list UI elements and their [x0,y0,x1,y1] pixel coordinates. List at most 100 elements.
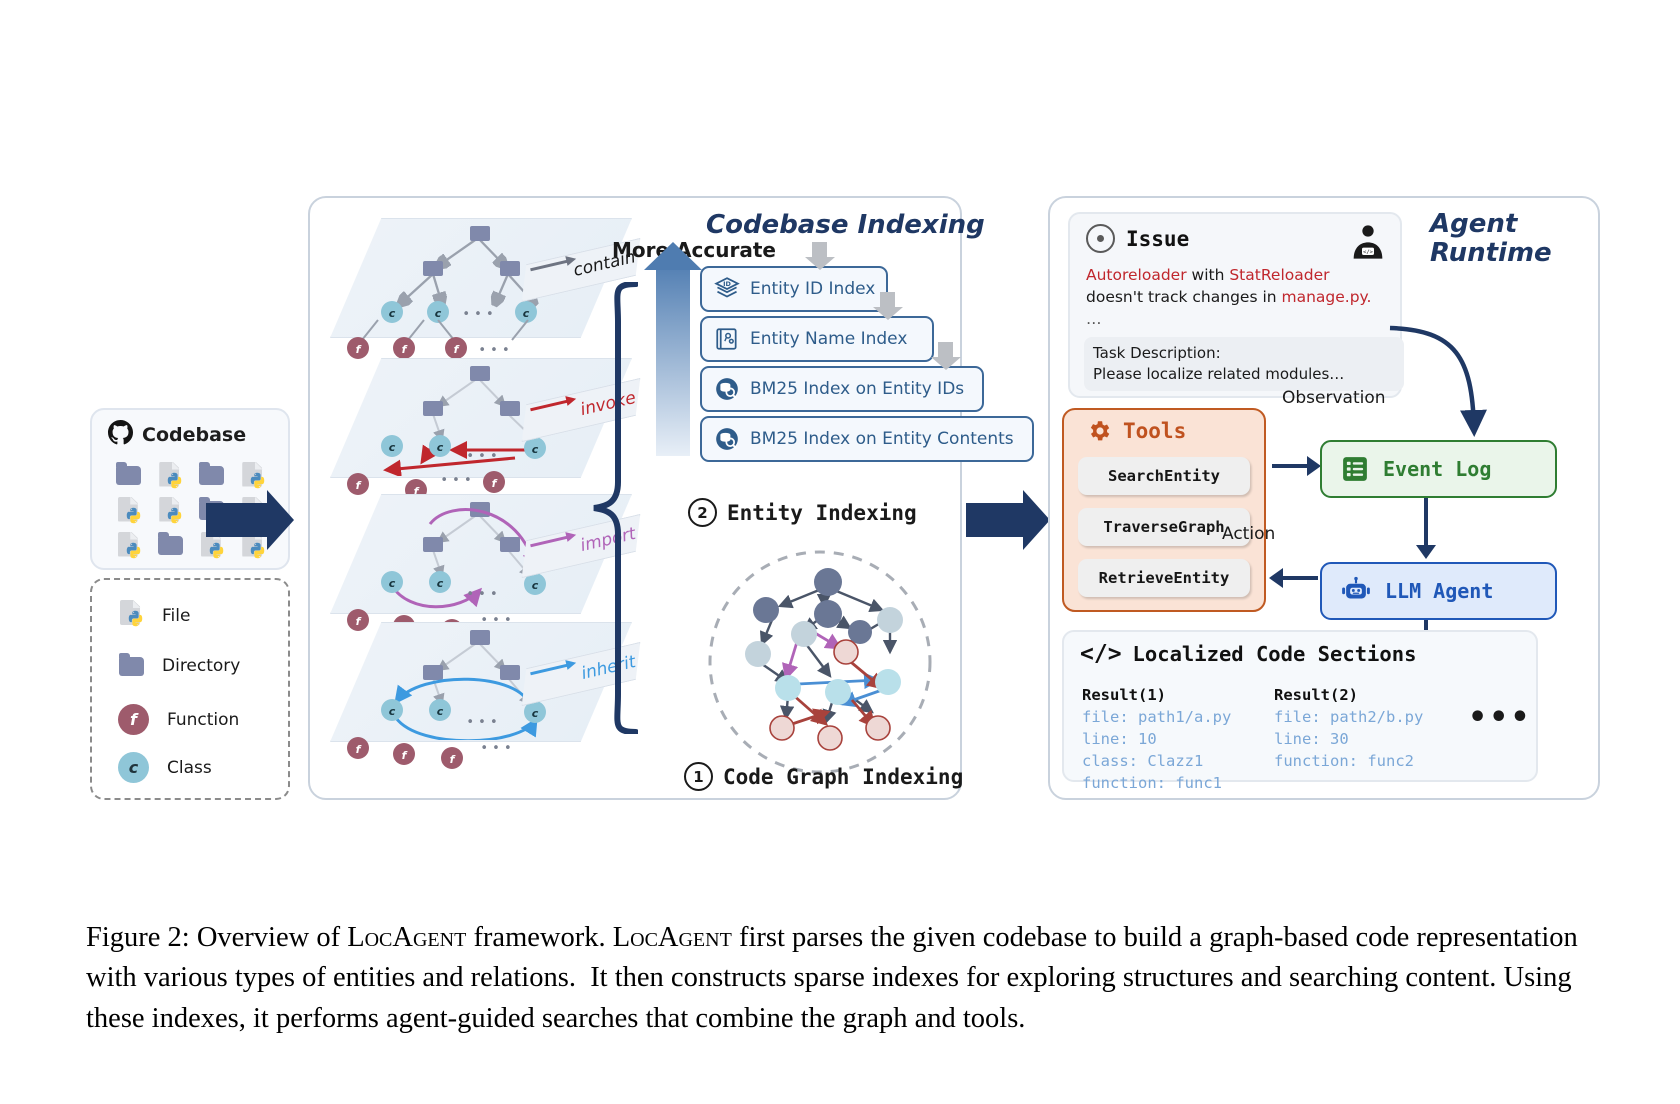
indexing-panel-title: Codebase Indexing [706,210,985,240]
issue-text-part5: manage.py [1281,288,1367,306]
codebase-header: Codebase [108,420,246,449]
localized-code-sections-box: </> Localized Code Sections Result(1) fi… [1062,630,1538,792]
codebase-title: Codebase [142,423,247,446]
folder-icon [157,532,183,555]
llm-agent-box[interactable]: LLM Agent [1320,562,1557,620]
class-node-icon: c [118,752,149,783]
task-title: Task Description: [1093,344,1221,362]
svg-text:• • •: • • • [480,741,511,756]
python-file-icon [157,496,183,525]
index-label-bm25-ids: BM25 Index on Entity IDs [750,379,965,399]
caption-text: Overview of LocAgent framework. LocAgent… [86,922,1578,1034]
function-node-icon: f [118,704,149,735]
legend-label-class: Class [167,757,212,778]
results-more-ellipsis: ••• [1468,700,1532,735]
list-icon [1343,457,1367,481]
runtime-title-line1: Agent [1430,209,1518,239]
gear-icon [1090,421,1110,441]
graph-layer-import: c c c • • • f f f • • • import [330,494,630,641]
svg-text:</>: </> [1363,249,1374,255]
event-log-label: Event Log [1383,457,1492,481]
issue-text: Autoreloader with StatReloader doesn't t… [1086,264,1386,330]
result-line: class: Clazz1 [1082,752,1204,770]
figure-caption: Figure 2: Overview of LocAgent framework… [86,918,1598,1039]
folder-icon [118,652,144,676]
llm-agent-label: LLM Agent [1385,579,1494,603]
github-icon [108,420,133,449]
svg-text:c: c [389,577,396,590]
svg-text:c: c [437,577,444,590]
arrow-eventlog-to-llm [1416,498,1436,559]
tool-button-retrieve-entity[interactable]: RetrieveEntity [1078,559,1250,597]
step-code-graph-indexing: 1 Code Graph Indexing [684,762,963,791]
python-file-icon [116,496,142,525]
python-file-icon [118,600,144,632]
step-entity-indexing: 2 Entity Indexing [688,498,917,527]
robot-icon [1342,576,1370,599]
issue-header: Issue [1086,224,1189,253]
result-line: line: 30 [1274,730,1349,748]
tool-button-search-entity[interactable]: SearchEntity [1078,457,1250,495]
legend-label-file: File [162,606,191,626]
issue-task-description: Task Description: Please localize relate… [1084,337,1404,391]
issue-ellipsis: … [1086,310,1103,328]
folder-icon [199,462,225,485]
code-tag-icon: </> [1080,641,1122,667]
name-book-icon [716,328,737,350]
index-label-entity-id: Entity ID Index [750,279,876,299]
arrow-indexing-to-runtime [966,490,1050,550]
grouping-brace [593,282,638,734]
event-log-box[interactable]: Event Log [1320,440,1557,498]
step-number-1: 1 [684,762,713,791]
index-label-bm25-contents: BM25 Index on Entity Contents [750,429,1014,449]
issue-card: Issue </> Autoreloader with StatReloader… [1068,212,1404,398]
result-line: file: path1/a.py [1082,708,1232,726]
result-column-1: Result(1) file: path1/a.py line: 10 clas… [1082,684,1231,794]
svg-text:c: c [389,441,396,454]
task-text: Please localize related modules… [1093,365,1345,383]
index-label-entity-name: Entity Name Index [750,329,908,349]
arrow-issue-to-eventlog [1389,325,1487,437]
flow-arrow-3 [930,342,961,370]
legend-label-function: Function [167,709,240,730]
legend-item-class: c Class [118,752,212,783]
flow-arrow-2 [872,292,903,320]
bm25-db-icon [716,378,738,400]
svg-text:c: c [437,441,444,454]
result-line: line: 10 [1082,730,1157,748]
step-label-entity-indexing: Entity Indexing [727,500,917,525]
localized-title: Localized Code Sections [1132,642,1417,666]
tools-panel: Tools SearchEntity TraverseGraph Retriev… [1062,408,1266,612]
tools-header: Tools [1086,418,1186,444]
arrow-action [1269,568,1318,588]
observation-label: Observation [1282,388,1386,408]
issue-text-part2: with [1186,266,1230,284]
index-box-bm25-contents[interactable]: BM25 Index on Entity Contents [700,416,1034,462]
caption-prefix: Figure 2: [86,922,190,953]
graph-layer-invoke: c c c • • • f f f • • • invoke [330,358,630,501]
svg-text:c: c [437,705,444,718]
result-line: function: func2 [1274,752,1414,770]
index-box-entity-id[interactable]: ID Entity ID Index [700,266,888,312]
result-header-1: Result(1) [1082,686,1166,704]
index-box-bm25-ids[interactable]: BM25 Index on Entity IDs [700,366,984,412]
legend-item-file: File [118,600,190,632]
issue-text-part1: Autoreloader [1086,266,1187,284]
tools-title: Tools [1123,419,1187,443]
folder-icon [116,462,142,485]
index-box-entity-name[interactable]: Entity Name Index [700,316,934,362]
result-column-2: Result(2) file: path2/b.py line: 30 func… [1274,684,1423,772]
issue-circle-icon [1086,224,1115,253]
issue-text-part6: . [1366,288,1372,306]
issue-title: Issue [1126,226,1190,251]
result-line: function: func1 [1082,774,1222,792]
developer-icon: </> [1353,225,1383,259]
svg-text:c: c [389,705,396,718]
graph-layer-inherit: c c c • • • f f f • • • inherit [330,622,630,769]
code-graph-visualization [708,550,932,774]
svg-text:• • •: • • • [478,343,509,358]
legend-panel: File Directory f Function c Class [90,578,290,800]
issue-text-part3: StatReloader [1229,266,1330,284]
more-accurate-arrow [644,242,702,456]
step-label-code-graph-indexing: Code Graph Indexing [723,764,964,789]
